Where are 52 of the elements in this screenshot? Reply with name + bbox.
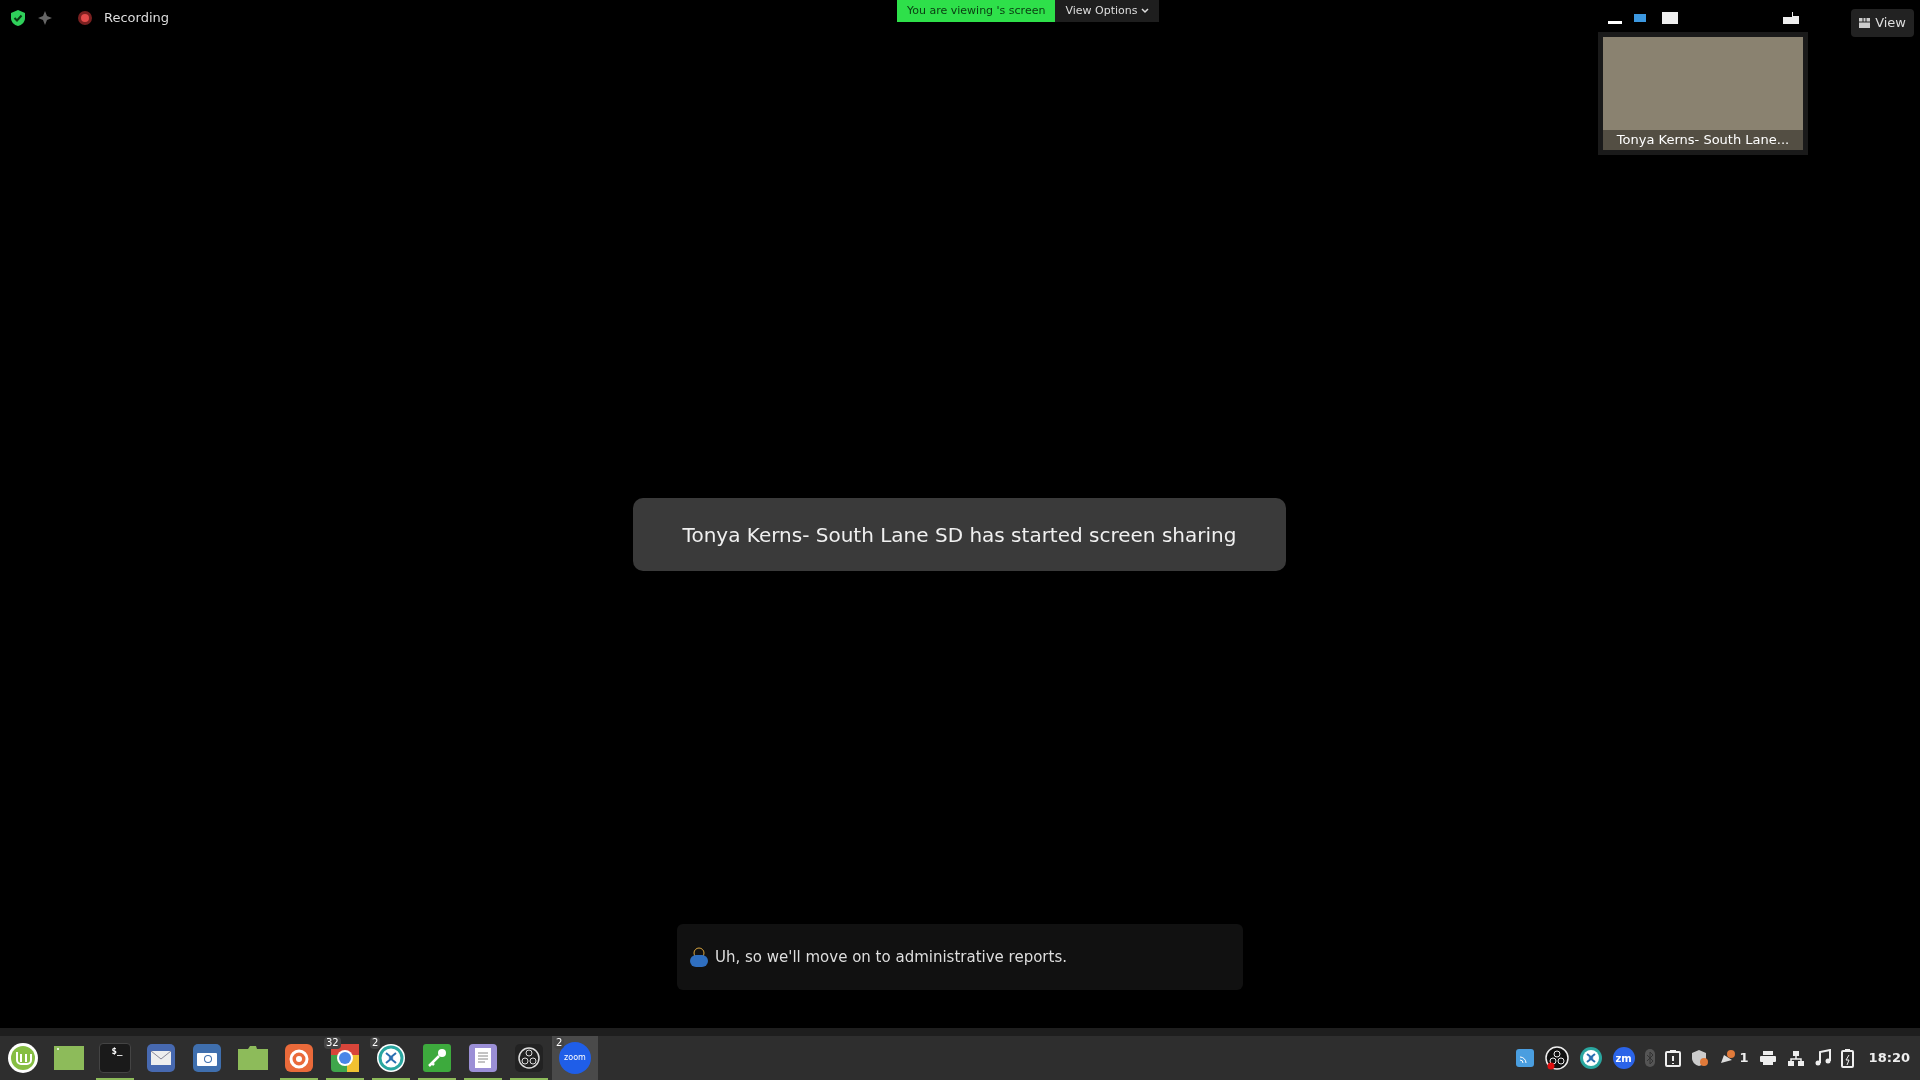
- running-indicator: [510, 1078, 548, 1080]
- notification-indicator[interactable]: 1: [1718, 1048, 1749, 1068]
- participant-name: Tonya Kerns- South Lane...: [1603, 130, 1803, 150]
- remote-desktop-icon: [376, 1043, 406, 1073]
- key-icon: [422, 1043, 452, 1073]
- firefox-icon: [284, 1043, 314, 1073]
- clipboard-icon[interactable]: [1664, 1049, 1681, 1067]
- clock[interactable]: 18:20: [1868, 1048, 1910, 1068]
- folder-icon: [237, 1045, 269, 1071]
- shield-check-icon[interactable]: [10, 8, 26, 27]
- remote-desktop-icon[interactable]: [1578, 1046, 1603, 1070]
- taskbar-app-button[interactable]: 32: [322, 1036, 368, 1080]
- running-indicator: [280, 1078, 318, 1080]
- screen-share-notification: Tonya Kerns- South Lane SD has started screen sharing: [682, 521, 1237, 549]
- envelope-icon: [146, 1043, 176, 1073]
- printer-icon[interactable]: [1758, 1050, 1777, 1066]
- music-note-icon[interactable]: [1814, 1049, 1831, 1067]
- zoom-tray-icon[interactable]: zm: [1612, 1047, 1635, 1069]
- camera-icon: [192, 1043, 222, 1073]
- speaker-avatar-icon: [689, 946, 709, 968]
- cast-icon[interactable]: [1514, 1048, 1535, 1068]
- sharing-banner: You are viewing 's screen: [897, 0, 1056, 22]
- mint-logo-icon: [7, 1042, 39, 1074]
- recording-indicator: [78, 10, 92, 25]
- running-indicator: [326, 1078, 364, 1080]
- running-indicator: [464, 1078, 502, 1080]
- taskbar-app-button[interactable]: zoom 2: [552, 1036, 598, 1080]
- terminal-icon: $_: [99, 1043, 131, 1073]
- desktop-icon: [53, 1044, 85, 1072]
- window-count-badge: 2: [370, 1037, 381, 1049]
- window-count-badge: 32: [324, 1037, 341, 1049]
- network-icon[interactable]: [1786, 1050, 1805, 1066]
- obs-recording-icon[interactable]: [1544, 1046, 1569, 1070]
- notification-count: 1: [1739, 1049, 1749, 1068]
- sparkle-icon[interactable]: [38, 10, 52, 25]
- running-indicator: [372, 1078, 410, 1080]
- minimize-video-icon[interactable]: [1608, 20, 1622, 24]
- taskbar-app-button[interactable]: 2: [368, 1036, 414, 1080]
- view-button[interactable]: View: [1851, 9, 1914, 37]
- document-icon: [468, 1043, 498, 1073]
- running-indicator: [96, 1078, 134, 1080]
- battery-charging-icon[interactable]: [1840, 1048, 1855, 1068]
- running-indicator: [418, 1078, 456, 1080]
- shield-icon[interactable]: [1690, 1049, 1709, 1067]
- taskbar-app-button[interactable]: $_: [92, 1036, 138, 1080]
- caption-text: Uh, so we'll move on to administrative reports.: [715, 946, 1067, 968]
- recording-label: Recording: [104, 9, 170, 27]
- chevron-down-icon: [1141, 8, 1150, 14]
- window-count-badge: 2: [554, 1037, 565, 1049]
- view-options-button[interactable]: View Options: [1055, 0, 1160, 22]
- obs-icon: [514, 1043, 544, 1073]
- grid-icon: [1859, 18, 1871, 28]
